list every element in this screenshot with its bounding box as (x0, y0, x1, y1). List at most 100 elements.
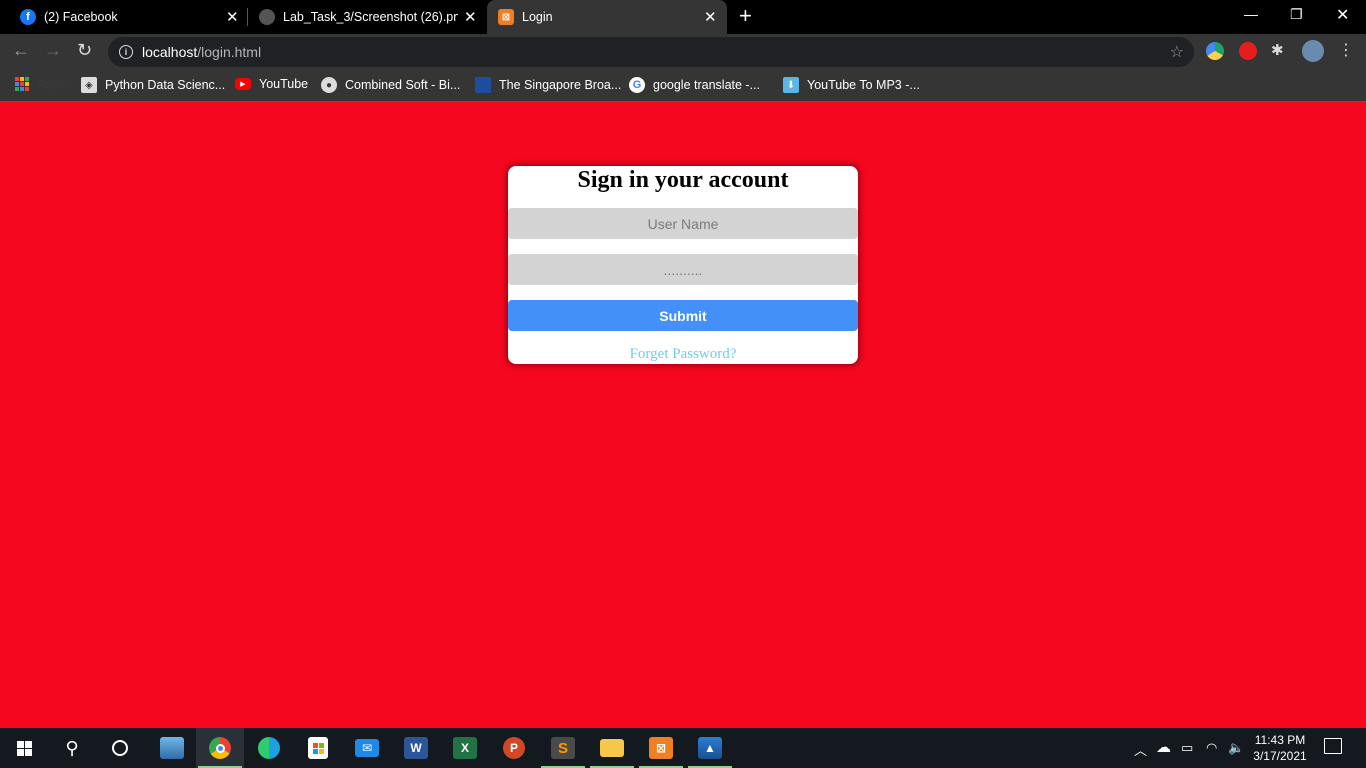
mail-icon: ✉ (355, 739, 379, 757)
taskbar-app-xampp[interactable]: ⊠ (637, 728, 685, 768)
clock-date: 3/17/2021 (1253, 749, 1307, 763)
search-button[interactable]: ⚲ (48, 728, 96, 768)
profile-avatar[interactable] (1302, 40, 1324, 62)
username-input[interactable] (508, 208, 858, 239)
bookmark-label: YouTube (259, 77, 309, 91)
onedrive-cloud-icon[interactable]: ☁ (1156, 738, 1171, 756)
window-close-icon[interactable]: ✕ (1336, 5, 1349, 25)
bookmark-star-icon[interactable]: ☆ (1170, 42, 1184, 62)
taskbar-app-word[interactable]: W (392, 728, 440, 768)
close-icon[interactable]: ✕ (464, 8, 477, 26)
python-site-icon: ◈ (81, 77, 97, 93)
system-clock[interactable]: 11:43 PM 3/17/2021 (1250, 732, 1310, 764)
clock-time: 11:43 PM (1254, 733, 1306, 747)
forward-icon[interactable]: → (44, 40, 62, 61)
github-icon (259, 9, 275, 25)
taskbar-app-store[interactable] (294, 728, 342, 768)
adblock-extension-icon[interactable] (1239, 42, 1257, 60)
chrome-icon (209, 737, 231, 759)
excel-icon: X (453, 737, 477, 759)
back-icon[interactable]: ← (12, 40, 30, 61)
search-icon: ⚲ (65, 737, 79, 758)
apps-grid-icon (15, 77, 29, 91)
battery-icon[interactable]: ▭ (1181, 740, 1193, 756)
wifi-icon[interactable]: ◠ (1206, 740, 1217, 756)
photos-icon: ▲ (698, 737, 722, 759)
word-icon: W (404, 737, 428, 759)
show-hidden-icons-chevron-icon[interactable]: ︿ (1134, 740, 1147, 759)
taskbar-app-chrome[interactable] (196, 728, 244, 768)
login-card: Sign in your account Submit Forget Passw… (508, 166, 858, 364)
google-icon: G (629, 77, 645, 93)
cortana-circle-icon (112, 740, 128, 756)
bookmarks-bar: Apps ◈ Python Data Scienc... ▶ YouTube ●… (0, 70, 1366, 102)
taskbar-app-powerpoint[interactable]: P (490, 728, 538, 768)
submit-button[interactable]: Submit (508, 300, 858, 331)
site-info-icon[interactable]: i (119, 45, 133, 59)
address-bar[interactable]: i localhost/login.html ☆ (108, 37, 1194, 67)
bookmark-singapore[interactable]: The Singapore Broa... (475, 77, 621, 93)
close-icon[interactable]: ✕ (226, 8, 239, 26)
windows-taskbar: ⚲ ✉ W X P S ⊠ ▲ ︿ ☁ ▭ ◠ � (0, 728, 1366, 768)
youtube-icon: ▶ (235, 78, 251, 90)
login-heading: Sign in your account (577, 167, 789, 193)
taskbar-app-mail[interactable]: ✉ (343, 728, 391, 768)
taskbar-app-photos[interactable]: ▲ (686, 728, 734, 768)
new-tab-button[interactable]: + (739, 5, 752, 27)
taskbar-app-sublime[interactable]: S (539, 728, 587, 768)
minimize-icon[interactable]: — (1244, 6, 1258, 22)
browser-toolbar: ← → ↻ i localhost/login.html ☆ ✱ ⋮ (0, 34, 1366, 70)
store-bag-icon (308, 737, 328, 759)
bookmark-youtube-mp3[interactable]: ⬇ YouTube To MP3 -... (783, 77, 920, 93)
taskbar-app-edge[interactable] (245, 728, 293, 768)
bookmark-label: Apps (37, 77, 66, 91)
taskbar-app-explorer[interactable] (588, 728, 636, 768)
powerpoint-icon: P (503, 737, 525, 759)
bookmark-label: The Singapore Broa... (499, 78, 622, 92)
url-text: localhost/login.html (142, 44, 261, 60)
cortana-button[interactable] (96, 728, 144, 768)
browser-menu-icon[interactable]: ⋮ (1338, 40, 1354, 60)
singapore-site-icon (475, 77, 491, 93)
bookmark-label: google translate -... (653, 78, 761, 92)
laptop-app-icon (160, 737, 184, 759)
start-button[interactable] (0, 728, 48, 768)
url-path: /login.html (197, 44, 262, 60)
volume-icon[interactable]: 🔈 (1228, 740, 1244, 756)
google-drive-extension-icon[interactable] (1206, 42, 1224, 60)
taskbar-app-laptop[interactable] (148, 728, 196, 768)
bookmark-youtube[interactable]: ▶ YouTube (235, 77, 308, 91)
xampp-icon: ⊠ (498, 9, 514, 25)
xampp-icon: ⊠ (649, 737, 673, 759)
bookmark-combined-soft[interactable]: ● Combined Soft - Bi... (321, 77, 460, 93)
facebook-icon: f (20, 9, 36, 25)
tab-github[interactable]: Lab_Task_3/Screenshot (26).png a ✕ (248, 0, 486, 34)
folder-icon (600, 739, 624, 757)
bookmark-google-translate[interactable]: G google translate -... (629, 77, 760, 93)
sublime-text-icon: S (551, 737, 575, 759)
close-icon[interactable]: ✕ (704, 8, 717, 26)
password-input[interactable] (508, 254, 858, 285)
notifications-icon[interactable] (1324, 738, 1342, 754)
taskbar-app-excel[interactable]: X (441, 728, 489, 768)
download-icon: ⬇ (783, 77, 799, 93)
tab-title: Lab_Task_3/Screenshot (26).png a (283, 10, 458, 24)
tab-login[interactable]: ⊠ Login ✕ (487, 0, 727, 34)
bookmark-label: YouTube To MP3 -... (807, 78, 920, 92)
tab-title: (2) Facebook (44, 10, 118, 24)
restore-icon[interactable]: ❐ (1290, 6, 1303, 23)
edge-icon (258, 737, 280, 759)
bookmark-apps[interactable]: Apps (15, 77, 66, 91)
reload-icon[interactable]: ↻ (77, 40, 92, 61)
tab-facebook[interactable]: f (2) Facebook ✕ (0, 0, 246, 34)
globe-icon: ● (321, 77, 337, 93)
bookmark-label: Combined Soft - Bi... (345, 78, 461, 92)
tab-strip: f (2) Facebook ✕ Lab_Task_3/Screenshot (… (0, 0, 1366, 34)
bookmark-label: Python Data Scienc... (105, 78, 226, 92)
windows-logo-icon (16, 740, 32, 756)
forgot-password-link[interactable]: Forget Password? (508, 346, 858, 363)
extensions-puzzle-icon[interactable]: ✱ (1271, 41, 1289, 59)
tab-title: Login (522, 10, 553, 24)
url-host: localhost (142, 44, 198, 60)
bookmark-python-data-science[interactable]: ◈ Python Data Scienc... (81, 77, 225, 93)
